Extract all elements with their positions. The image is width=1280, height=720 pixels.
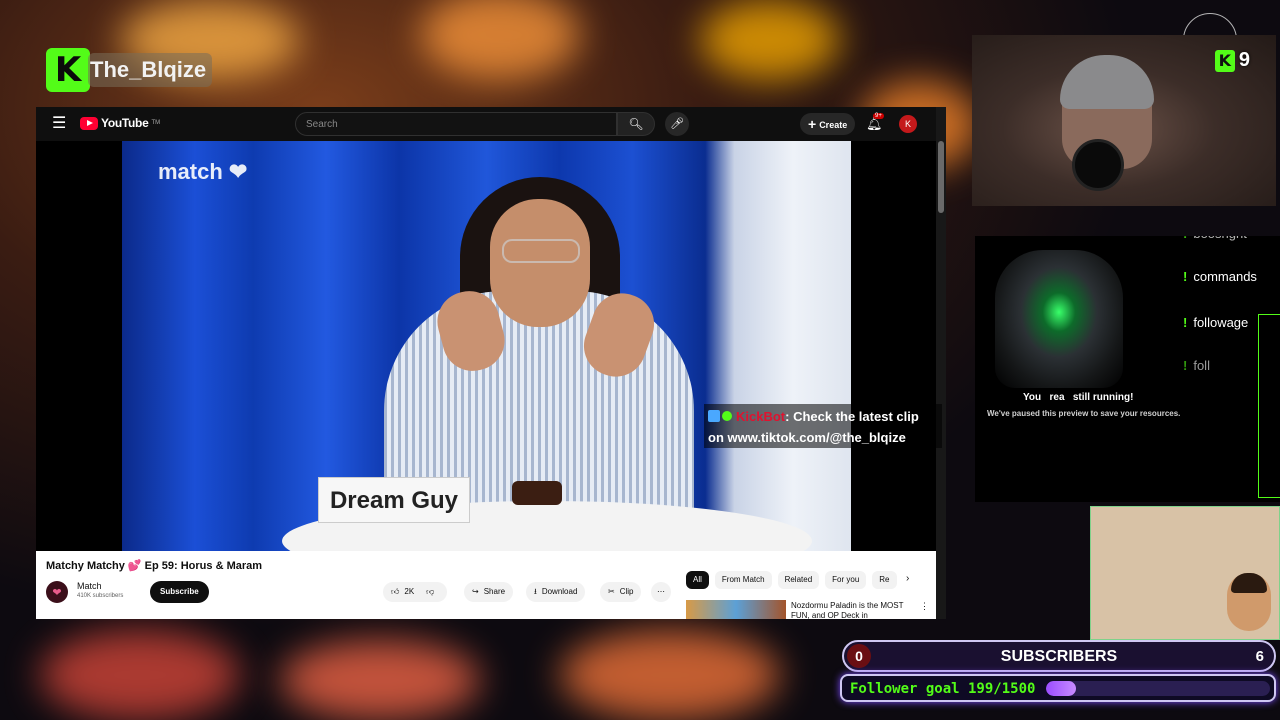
kickbot-chat-message: KickBot: Check the latest clip on www.ti… <box>704 404 942 448</box>
account-avatar[interactable]: K <box>899 115 917 133</box>
channel-avatar[interactable]: ❤ <box>46 581 68 603</box>
paused-subtitle: We've paused this preview to save your r… <box>987 409 1181 418</box>
subscribers-goal: 6 <box>1255 648 1264 665</box>
recommendation-title[interactable]: Nozdormu Paladin is the MOST FUN, and OP… <box>791 601 919 619</box>
follower-goal-bar: Follower goal 199/1500 <box>840 674 1276 702</box>
subscribers-label: SUBSCRIBERS <box>1000 648 1118 665</box>
download-icon: ⭳ <box>534 587 537 596</box>
command-item: ! commands <box>1183 269 1257 284</box>
notification-count: 9+ <box>873 113 884 119</box>
cake <box>512 481 562 505</box>
chip-related[interactable]: Related <box>777 571 820 589</box>
youtube-play-icon <box>80 116 98 130</box>
subscribe-button[interactable]: Subscribe <box>150 581 209 603</box>
streamer-brand: K The_Blqize <box>46 48 213 92</box>
viewer-count-badge: K 9 <box>1214 49 1250 72</box>
webcam-feed: K 9 <box>972 35 1276 206</box>
subscribers-goal-bar: 0 SUBSCRIBERS 6 <box>842 640 1276 672</box>
video-title: Matchy Matchy 💕 Ep 59: Horus & Maram <box>46 560 263 572</box>
youtube-topbar: ☰ YouTube TM Search 🔍︎ 🎤︎ + Create 🔔︎ 9+ K <box>36 107 946 141</box>
follower-goal-text: Follower goal 199/1500 <box>850 681 1036 697</box>
verified-badge-icon <box>722 411 732 421</box>
command-item: ! followage <box>1183 315 1249 330</box>
panel-border <box>1258 314 1280 498</box>
paused-title: You rea still running! <box>1023 392 1134 403</box>
scrollbar-thumb[interactable] <box>938 141 944 213</box>
chip-all[interactable]: All <box>686 571 709 589</box>
clip-button[interactable]: ✂ Clip <box>600 582 642 602</box>
chip-for-you[interactable]: For you <box>825 571 867 589</box>
bot-badge-icon <box>708 410 720 422</box>
cartoon-avatar-icon <box>1227 573 1271 631</box>
chip-recent[interactable]: Re <box>872 571 897 589</box>
search-input[interactable]: Search <box>295 112 617 136</box>
download-button[interactable]: ⭳ Download <box>526 582 586 602</box>
armor-character-image <box>995 250 1123 388</box>
background-bokeh <box>560 630 780 720</box>
kickbot-name: KickBot <box>736 409 786 424</box>
notifications-bell-icon[interactable]: 🔔︎ 9+ <box>866 113 884 132</box>
command-item: !boosngnt <box>1183 236 1247 241</box>
video-player[interactable]: match ❤ Dream Guy ❤ <box>36 141 936 551</box>
channel-name[interactable]: Match <box>77 581 102 591</box>
follower-goal-track <box>1046 681 1270 696</box>
kick-logo-icon: K <box>1214 49 1235 72</box>
scrollbar[interactable] <box>936 107 946 619</box>
scissors-icon: ✂ <box>608 587 615 596</box>
chevron-right-icon[interactable]: › <box>906 573 909 584</box>
youtube-logo-text: YouTube <box>101 116 149 130</box>
plus-icon: + <box>808 116 817 132</box>
youtube-logo[interactable]: YouTube TM <box>80 116 160 130</box>
share-button[interactable]: ↪ Share <box>464 582 514 602</box>
match-watermark: match ❤ <box>158 159 248 184</box>
name-plate: Dream Guy <box>318 477 470 523</box>
channel-subscriber-count: 410K subscribers <box>77 593 124 599</box>
more-actions-icon[interactable]: ⋯ <box>651 582 671 602</box>
alerts-panel: You rea still running! We've paused this… <box>975 236 1280 502</box>
like-button[interactable]: 👍︎ 2K 👎︎ <box>383 582 448 602</box>
youtube-window: ☰ YouTube TM Search 🔍︎ 🎤︎ + Create 🔔︎ 9+ K… <box>36 107 946 619</box>
chip-from-match[interactable]: From Match <box>714 571 772 589</box>
youtube-logo-tm: TM <box>151 120 161 126</box>
microphone-icon[interactable]: 🎤︎ <box>665 112 689 136</box>
hamburger-menu-icon[interactable]: ☰ <box>52 115 66 131</box>
command-item: ! foll <box>1183 358 1210 373</box>
microphone-icon <box>1072 139 1124 191</box>
search-icon[interactable]: 🔍︎ <box>617 112 655 136</box>
background-bokeh <box>700 0 840 80</box>
recommendation-thumbnail[interactable] <box>686 600 786 619</box>
video-info: Matchy Matchy 💕 Ep 59: Horus & Maram ❤ M… <box>36 551 936 619</box>
thumbs-down-icon[interactable]: 👎︎ <box>426 587 434 596</box>
kick-logo-icon: K <box>46 48 90 92</box>
person-glasses <box>502 239 580 263</box>
background-bokeh <box>40 630 240 720</box>
thumbs-up-icon: 👍︎ <box>391 587 400 596</box>
streamer-beanie <box>1060 55 1154 109</box>
share-icon: ↪ <box>472 587 479 596</box>
viewer-count: 9 <box>1238 49 1250 71</box>
more-vertical-icon[interactable]: ⋮ <box>920 601 929 612</box>
background-bokeh <box>420 0 580 80</box>
video-frame: match ❤ Dream Guy ❤ <box>122 141 851 551</box>
follower-goal-fill <box>1046 681 1076 696</box>
create-button[interactable]: + Create <box>800 113 856 135</box>
overlay-panel <box>1090 506 1280 640</box>
background-bokeh <box>280 640 480 720</box>
person-face <box>490 199 590 327</box>
streamer-username: The_Blqize <box>88 53 213 87</box>
recommendation-chips: All From Match Related For you Re <box>686 571 897 589</box>
